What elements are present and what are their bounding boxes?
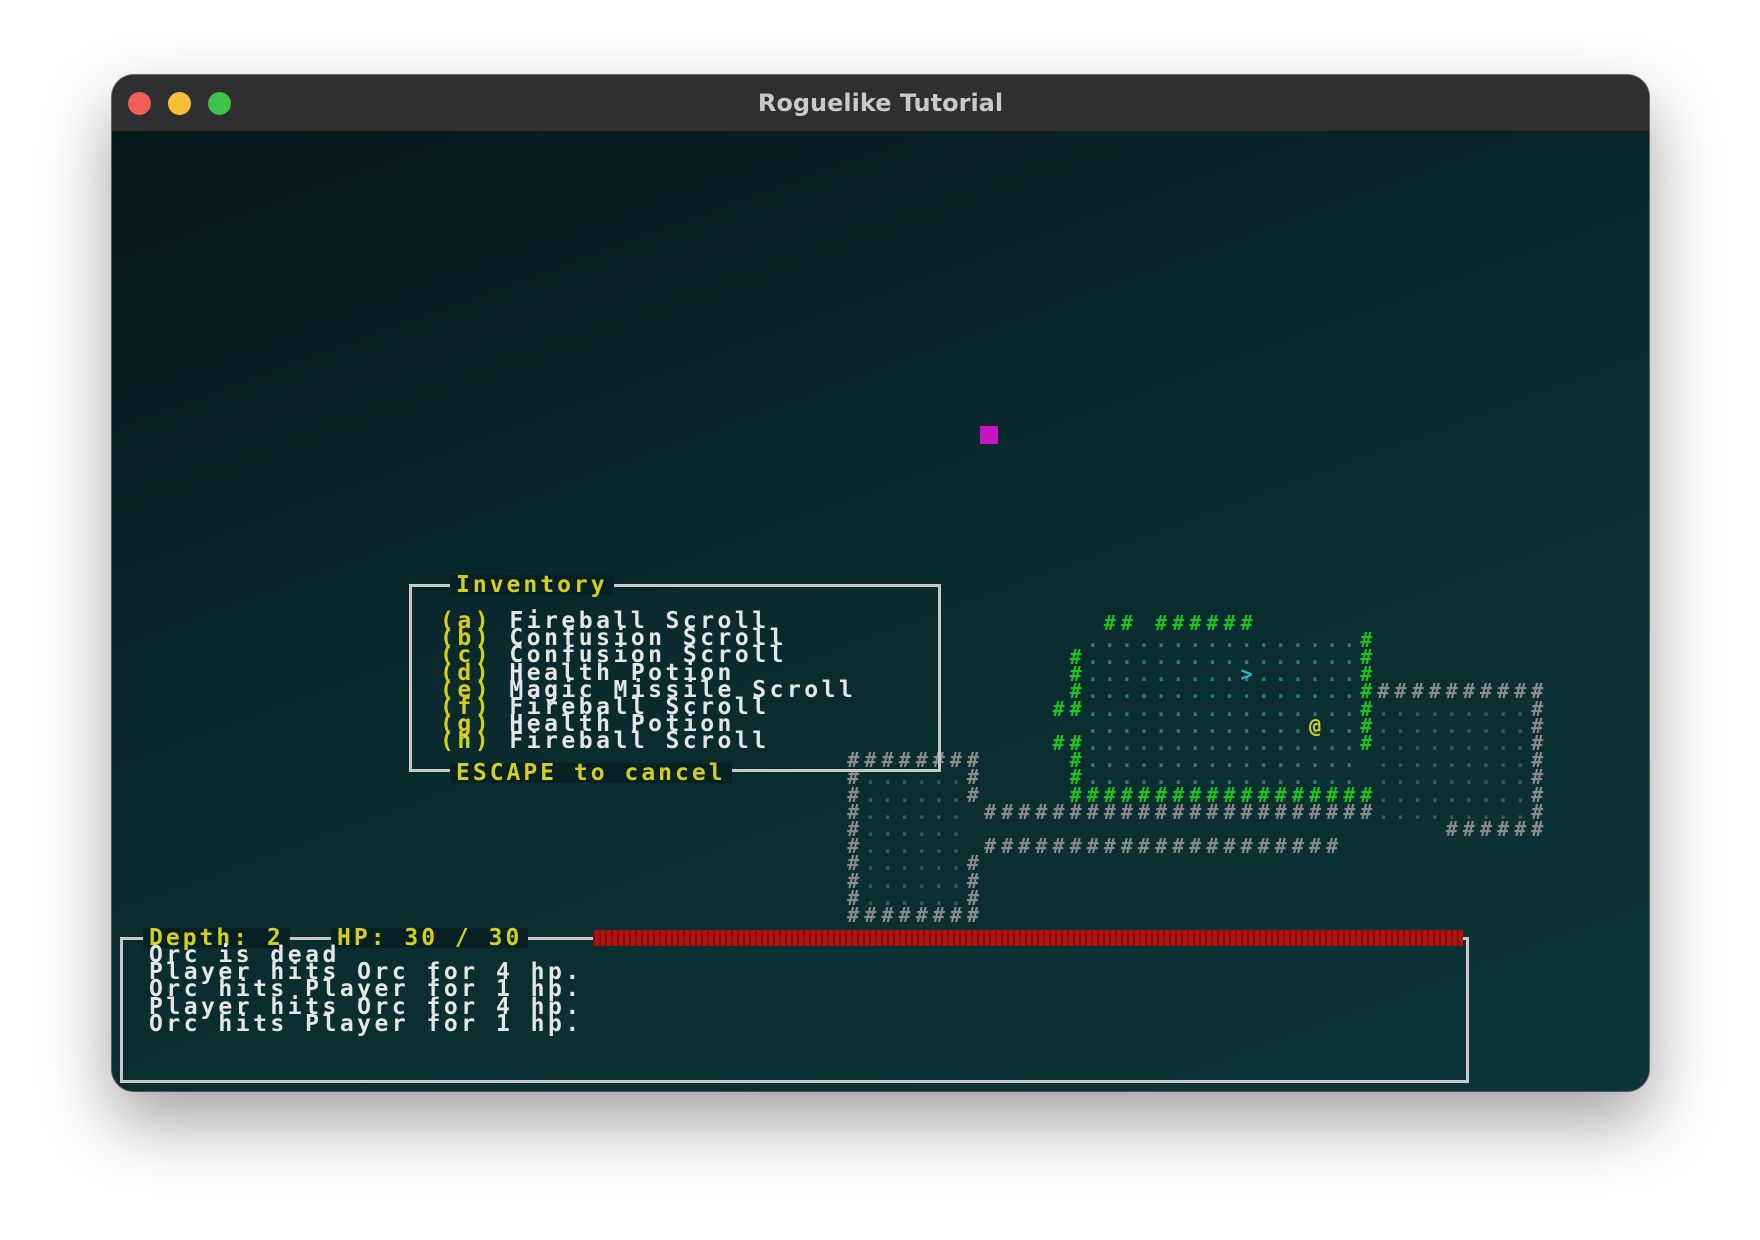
wall-tile: # — [1360, 782, 1373, 807]
wall-tile: # — [1001, 834, 1014, 859]
inventory-item[interactable]: (h) Fireball Scroll — [440, 730, 770, 753]
wall-tile: # — [1138, 834, 1151, 859]
wall-tile: # — [1052, 834, 1065, 859]
wall-tile: # — [984, 834, 997, 859]
floor-tile: . — [1514, 799, 1527, 824]
wall-tile: # — [1035, 799, 1048, 824]
wall-tile: # — [1155, 834, 1168, 859]
inventory-title: Inventory — [450, 574, 614, 597]
floor-tile: . — [1291, 765, 1304, 790]
wall-tile: # — [967, 903, 980, 927]
wall-tile: # — [1069, 696, 1082, 721]
wall-tile: # — [1206, 834, 1219, 859]
floor-tile: . — [1257, 765, 1270, 790]
wall-tile: # — [1086, 834, 1099, 859]
floor-tile: . — [1206, 765, 1219, 790]
wall-tile: # — [1018, 834, 1031, 859]
floor-tile: . — [1394, 799, 1407, 824]
floor-tile: . — [1411, 799, 1424, 824]
floor-tile: . — [1120, 765, 1133, 790]
floor-tile: . — [864, 885, 877, 910]
window-title: Roguelike Tutorial — [757, 89, 1004, 117]
wall-tile: # — [1018, 799, 1031, 824]
floor-tile: . — [1309, 765, 1322, 790]
floor-tile: . — [1462, 799, 1475, 824]
floor-tile: . — [932, 885, 945, 910]
inventory-footer: ESCAPE to cancel — [450, 762, 732, 785]
wall-tile: # — [1035, 834, 1048, 859]
wall-tile: # — [1103, 834, 1116, 859]
game-viewport[interactable]: # # # # # # # # # # # # # # # # # # # # # # # # # # # # # # # # #.......… — [112, 132, 1649, 1091]
wall-tile: # — [847, 903, 860, 927]
title-bar: Roguelike Tutorial — [112, 75, 1649, 132]
wall-tile: # — [1001, 799, 1014, 824]
inventory-item-key: (h) — [440, 728, 493, 755]
wall-tile: # — [1309, 834, 1322, 859]
floor-tile: . — [881, 885, 894, 910]
floor-tile: . — [1138, 765, 1151, 790]
floor-tile: . — [1240, 765, 1253, 790]
wall-tile: # — [1069, 782, 1082, 807]
floor-tile: . — [1155, 765, 1168, 790]
wall-tile: # — [967, 782, 980, 807]
hp-bar — [593, 930, 1463, 946]
floor-tile: . — [949, 885, 962, 910]
floor-tile: . — [1172, 765, 1185, 790]
inventory-item-name: Fireball Scroll — [492, 728, 770, 755]
floor-tile: . — [1497, 799, 1510, 824]
wall-tile: # — [1360, 731, 1373, 755]
wall-tile: # — [1531, 817, 1544, 841]
wall-tile: # — [1326, 834, 1339, 859]
wall-tile: # — [1274, 834, 1287, 859]
floor-tile: . — [1223, 765, 1236, 790]
wall-tile: # — [1052, 731, 1065, 755]
stairs-glyph: > — [1240, 662, 1253, 687]
floor-tile: . — [1343, 765, 1356, 790]
wall-tile: # — [1052, 696, 1065, 721]
wall-tile: # — [1257, 834, 1270, 859]
floor-tile: . — [1326, 765, 1339, 790]
floor-tile: . — [1274, 765, 1287, 790]
wall-tile: # — [1069, 834, 1082, 859]
wall-tile: # — [1291, 834, 1304, 859]
inventory-panel: Inventory (a) Fireball Scroll (b) Confusi… — [409, 574, 941, 785]
floor-tile: . — [1428, 799, 1441, 824]
log-line: Orc hits Player for 1 hp. — [149, 1010, 583, 1037]
magic-item-glyph — [980, 426, 998, 444]
player-glyph: @ — [1309, 713, 1322, 738]
floor-tile: . — [1377, 799, 1390, 824]
wall-tile: # — [984, 799, 997, 824]
wall-tile: # — [1052, 799, 1065, 824]
floor-tile: . — [898, 885, 911, 910]
wall-tile: # — [1223, 834, 1236, 859]
log-panel: Depth: 2 HP: 30 / 30 Orc is dead Player h… — [120, 927, 1469, 1083]
floor-tile: . — [1103, 765, 1116, 790]
floor-tile: . — [1086, 765, 1099, 790]
wall-tile: # — [1240, 834, 1253, 859]
wall-tile: # — [1189, 834, 1202, 859]
wall-tile: # — [1120, 834, 1133, 859]
floor-tile: . — [1445, 799, 1458, 824]
hp-label: HP: 30 / 30 — [331, 927, 529, 950]
game-window: Roguelike Tutorial # # # # # # # # # # # # # # # # # # # # #… — [112, 75, 1649, 1091]
wall-tile: # — [1172, 834, 1185, 859]
floor-tile: . — [915, 885, 928, 910]
floor-tile: . — [1480, 799, 1493, 824]
floor-tile: . — [1189, 765, 1202, 790]
